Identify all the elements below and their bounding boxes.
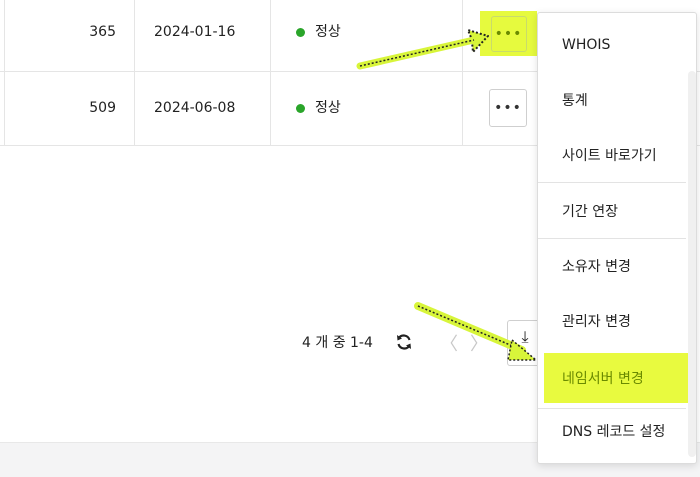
more-actions-button[interactable]: ••• bbox=[489, 89, 527, 127]
menu-scrollbar[interactable] bbox=[688, 71, 696, 457]
refresh-icon[interactable] bbox=[394, 332, 414, 352]
column-divider bbox=[462, 0, 463, 146]
column-divider bbox=[134, 0, 135, 146]
menu-item-label: 사이트 바로가기 bbox=[562, 148, 657, 164]
menu-item-whois[interactable]: WHOIS bbox=[538, 23, 688, 67]
status-label: 정상 bbox=[315, 24, 341, 40]
prev-page-icon[interactable]: 〈 bbox=[440, 330, 458, 356]
date-cell: 2024-06-08 bbox=[154, 100, 236, 116]
menu-item-label: 네임서버 변경 bbox=[562, 371, 644, 387]
menu-divider bbox=[538, 238, 686, 239]
count-cell: 365 bbox=[89, 24, 116, 40]
menu-item-label: 기간 연장 bbox=[562, 204, 618, 220]
menu-item-label: DNS 레코드 설정 bbox=[562, 424, 666, 440]
status-ok-icon bbox=[296, 103, 305, 113]
menu-item-stats[interactable]: 통계 bbox=[538, 78, 688, 122]
count-cell: 509 bbox=[89, 100, 116, 116]
date-cell: 2024-01-16 bbox=[154, 24, 236, 40]
page-info: 4 개 중 1-4 bbox=[302, 335, 373, 351]
more-icon: ••• bbox=[494, 25, 523, 42]
menu-item-extend[interactable]: 기간 연장 bbox=[538, 189, 688, 233]
status-cell: 정상 bbox=[296, 23, 341, 41]
menu-divider bbox=[538, 182, 686, 183]
menu-item-change-admin[interactable]: 관리자 변경 bbox=[538, 299, 688, 343]
menu-item-label: 관리자 변경 bbox=[562, 314, 631, 330]
status-cell: 정상 bbox=[296, 99, 341, 117]
column-divider bbox=[270, 0, 271, 146]
more-icon: ••• bbox=[494, 100, 522, 116]
menu-item-visit-site[interactable]: 사이트 바로가기 bbox=[538, 133, 688, 177]
menu-item-label: WHOIS bbox=[562, 37, 611, 53]
column-divider bbox=[4, 0, 5, 146]
menu-item-label: 소유자 변경 bbox=[562, 259, 631, 275]
status-label: 정상 bbox=[315, 100, 341, 116]
status-ok-icon bbox=[296, 27, 305, 37]
more-actions-button[interactable]: ••• bbox=[480, 11, 537, 56]
menu-item-change-nameserver[interactable]: 네임서버 변경 bbox=[544, 353, 688, 403]
download-icon: ⤓ bbox=[521, 327, 529, 346]
pagination: 4 개 중 1-4 〈 〉 bbox=[302, 326, 488, 358]
menu-item-change-owner[interactable]: 소유자 변경 bbox=[538, 244, 688, 288]
more-actions-menu: WHOIS 통계 사이트 바로가기 기간 연장 소유자 변경 관리자 변경 네임… bbox=[537, 12, 697, 464]
next-page-icon[interactable]: 〉 bbox=[470, 330, 488, 356]
menu-item-label: 통계 bbox=[562, 93, 588, 109]
menu-item-dns-records[interactable]: DNS 레코드 설정 bbox=[538, 409, 688, 453]
